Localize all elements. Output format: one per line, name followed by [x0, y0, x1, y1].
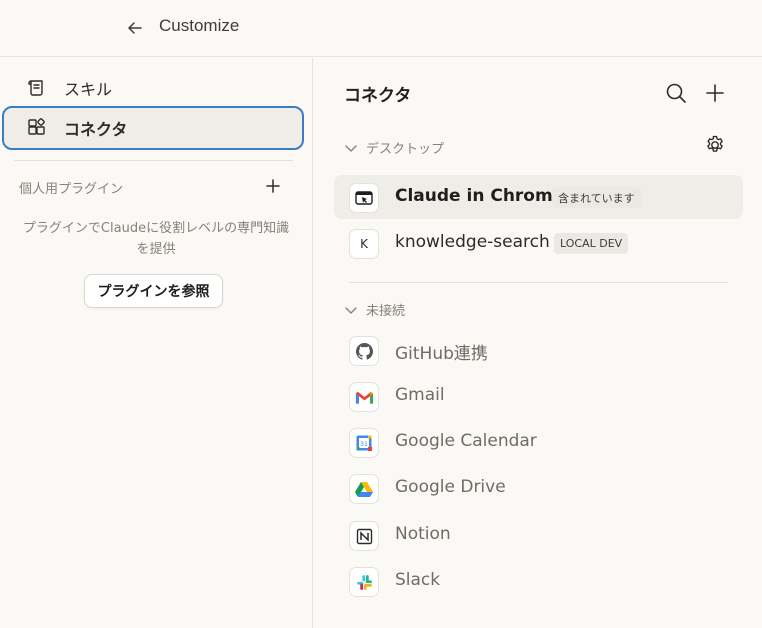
connector-name: Google Drive	[395, 477, 506, 497]
plugins-heading: 個人用プラグイン	[19, 182, 124, 197]
plus-icon	[266, 179, 280, 193]
connector-name: Google Calendar	[395, 431, 537, 451]
notion-icon	[349, 521, 379, 551]
svg-text:31: 31	[360, 441, 368, 448]
sidebar-item-skills[interactable]: スキル	[2, 66, 304, 110]
connector-name: Slack	[395, 570, 441, 590]
sidebar-item-label: コネクタ	[64, 120, 128, 139]
desktop-section-toggle[interactable]: デスクトップ	[344, 138, 444, 157]
plus-icon	[706, 84, 724, 102]
status-badge: 含まれています	[552, 187, 641, 208]
disconnected-section-toggle[interactable]: 未接続	[344, 300, 405, 319]
search-button[interactable]	[663, 80, 689, 106]
chevron-down-icon	[345, 144, 357, 152]
gmail-icon	[349, 382, 379, 412]
browse-plugins-button[interactable]: プラグインを参照	[84, 274, 223, 308]
google-calendar-icon: 31	[349, 428, 379, 458]
connector-row-knowledge-search[interactable]: K knowledge-search LOCAL DEV	[334, 221, 743, 265]
connector-name: Notion	[395, 524, 451, 544]
sidebar-item-label: スキル	[64, 80, 113, 99]
apps-icon	[28, 118, 45, 135]
add-connector-button[interactable]	[702, 80, 728, 106]
connector-row-gmail[interactable]: Gmail	[334, 374, 743, 418]
connector-name: GitHub連携	[395, 344, 488, 364]
connector-name: Claude in Chrome	[395, 186, 565, 206]
arrow-left-icon	[128, 22, 142, 34]
slack-icon	[349, 567, 379, 597]
section-title: コネクタ	[344, 86, 412, 106]
add-plugin-button[interactable]	[263, 176, 283, 196]
google-drive-icon	[349, 474, 379, 504]
connector-row-slack[interactable]: Slack	[334, 559, 743, 603]
letter-k-icon: K	[349, 229, 379, 259]
connector-row-github[interactable]: GitHub連携	[334, 328, 743, 372]
github-icon	[349, 336, 379, 366]
section-label: 未接続	[366, 304, 406, 319]
chevron-down-icon	[345, 306, 357, 314]
connector-name: knowledge-search	[395, 232, 550, 252]
divider	[349, 282, 728, 283]
connector-row-notion[interactable]: Notion	[334, 513, 743, 557]
sidebar: スキル コネクタ 個人用プラグイン プラグインでClaudeに役割レベルの専門知…	[0, 58, 313, 628]
header: Customize	[0, 0, 762, 57]
chrome-extension-icon	[349, 183, 379, 213]
connector-row-google-calendar[interactable]: 31 Google Calendar	[334, 420, 743, 464]
connector-name: Gmail	[395, 385, 445, 405]
connector-row-claude-in-chrome[interactable]: Claude in Chrome 含まれています	[334, 175, 743, 219]
connector-row-google-drive[interactable]: Google Drive	[334, 466, 743, 510]
icon-letter: K	[360, 237, 368, 251]
status-badge: LOCAL DEV	[554, 233, 629, 254]
divider	[14, 160, 293, 161]
scroll-icon	[28, 80, 43, 96]
desktop-settings-button[interactable]	[702, 132, 728, 158]
sidebar-item-connectors[interactable]: コネクタ	[2, 106, 304, 150]
section-label: デスクトップ	[366, 142, 445, 157]
back-button[interactable]	[124, 17, 146, 39]
page-title: Customize	[159, 16, 240, 35]
gear-icon	[707, 135, 723, 152]
main-panel: コネクタ デスクトップ Claude in Chrome 含まれています K k…	[314, 58, 762, 628]
plugins-description: プラグインでClaudeに役割レベルの専門知識を提供	[22, 221, 290, 257]
search-icon	[666, 83, 686, 103]
